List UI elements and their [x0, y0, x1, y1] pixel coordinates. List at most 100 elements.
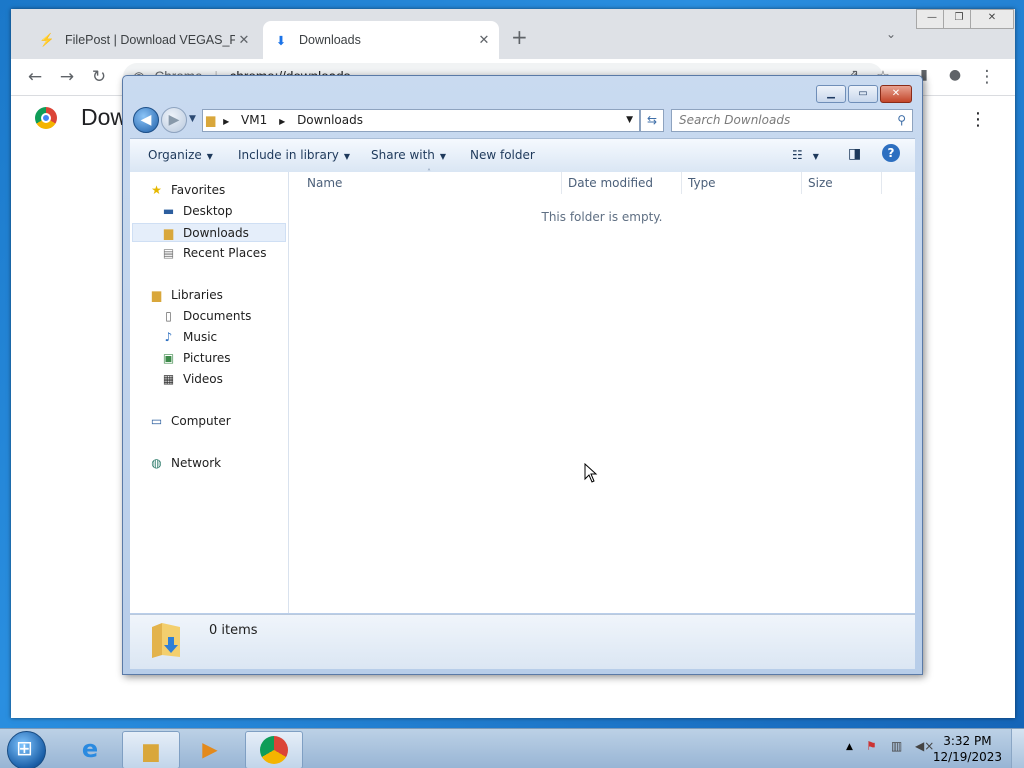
maximize-button[interactable]: ▭ — [848, 85, 878, 103]
nav-pictures[interactable]: ▣ Pictures — [160, 351, 231, 365]
desktop-icon: ▬ — [162, 204, 175, 218]
details-view-icon: ☷ — [792, 148, 803, 162]
nav-favorites[interactable]: ★ Favorites — [148, 183, 225, 197]
nav-libraries[interactable]: ▆ Libraries — [148, 288, 223, 302]
column-label: Size — [808, 176, 833, 190]
breadcrumb-vm1[interactable]: VM1 — [241, 113, 267, 127]
explorer-window: ▁ ▭ ✕ ◀ ▶ ▼ ▆ ▶ VM1 ▶ Downloads ▼ ⇆ Sear… — [122, 75, 923, 675]
nav-label: Pictures — [183, 351, 231, 365]
sort-indicator-icon: ˄ — [427, 168, 431, 177]
close-tab-icon[interactable]: ✕ — [235, 32, 253, 48]
show-hidden-icons-button[interactable]: ▲ — [846, 742, 853, 752]
column-label: Name — [307, 176, 343, 190]
profile-icon[interactable]: ● — [945, 67, 965, 83]
star-icon: ★ — [151, 183, 162, 197]
breadcrumb-separator-icon: ▶ — [223, 117, 230, 126]
search-placeholder: Search Downloads — [679, 113, 791, 127]
action-center-icon[interactable]: ⚑ — [866, 739, 877, 753]
tab-search-chevron-icon[interactable]: ⌄ — [886, 27, 896, 41]
folder-icon: ▆ — [143, 738, 159, 762]
forward-button[interactable]: ▶ — [161, 107, 187, 133]
menu-icon[interactable]: ⋮ — [977, 67, 997, 87]
nav-recent-places[interactable]: ▤ Recent Places — [160, 246, 267, 260]
explorer-taskbar-button[interactable]: ▆ — [122, 731, 180, 768]
include-in-library-button[interactable]: Include in library ▼ — [238, 148, 350, 162]
refresh-icon[interactable]: ⇆ — [640, 109, 664, 132]
chevron-down-icon: ▼ — [439, 152, 447, 161]
nav-label: Desktop — [183, 204, 233, 218]
back-button[interactable]: ◀ — [133, 107, 159, 133]
nav-label: Music — [183, 330, 218, 344]
internet-explorer-taskbar-button[interactable]: e — [62, 731, 118, 767]
file-list[interactable]: Name ˄ Date modified Type Size This fold… — [289, 168, 915, 613]
lightning-icon: ⚡ — [39, 32, 55, 47]
change-view-button[interactable]: ☷ ▼ — [792, 148, 819, 162]
search-input[interactable]: Search Downloads ⚲ — [671, 109, 913, 132]
clock-date: 12/19/2023 — [932, 750, 1002, 764]
page-title: Dow — [81, 104, 128, 130]
internet-explorer-icon: e — [81, 735, 99, 763]
breadcrumb-separator-icon: ▶ — [279, 117, 286, 126]
column-header-size[interactable]: Size — [802, 172, 882, 194]
close-tab-icon[interactable]: ✕ — [475, 32, 493, 48]
chrome-close-button[interactable]: ✕ — [970, 9, 1014, 29]
address-dropdown-icon[interactable]: ▼ — [626, 110, 633, 131]
show-desktop-button[interactable] — [1011, 729, 1024, 768]
folder-icon: ▆ — [206, 113, 216, 127]
column-header-date-modified[interactable]: Date modified — [562, 172, 682, 194]
new-folder-label: New folder — [470, 148, 535, 162]
chrome-taskbar-button[interactable] — [245, 731, 303, 768]
nav-videos[interactable]: ▦ Videos — [160, 372, 223, 386]
preview-pane-icon[interactable]: ◨ — [848, 146, 861, 162]
breadcrumb-downloads[interactable]: Downloads — [297, 113, 363, 127]
tab-title: FilePost | Download VEGAS_Pro_1 — [65, 33, 235, 47]
volume-muted-icon[interactable]: ◀× — [915, 739, 934, 753]
nav-label: Computer — [171, 414, 231, 428]
column-header-type[interactable]: Type — [682, 172, 802, 194]
media-player-icon: ▶ — [202, 737, 218, 761]
nav-downloads[interactable]: ▆ Downloads — [132, 223, 286, 242]
network-icon: ◍ — [151, 456, 162, 470]
address-bar[interactable]: ▆ ▶ VM1 ▶ Downloads ▼ — [202, 109, 640, 132]
system-clock[interactable]: 3:32 PM 12/19/2023 — [933, 733, 1002, 765]
share-with-button[interactable]: Share with ▼ — [371, 148, 446, 162]
nav-label: Favorites — [171, 183, 226, 197]
minimize-button[interactable]: ▁ — [816, 85, 846, 103]
reload-icon[interactable]: ↻ — [89, 67, 109, 87]
recent-pages-chevron-icon[interactable]: ▼ — [189, 114, 196, 124]
nav-documents[interactable]: ▯ Documents — [160, 309, 251, 323]
libraries-icon: ▆ — [151, 288, 162, 302]
tab-filepost[interactable]: ⚡ FilePost | Download VEGAS_Pro_1 ✕ — [29, 21, 259, 59]
close-button[interactable]: ✕ — [880, 85, 912, 103]
command-bar: Organize ▼ Include in library ▼ Share with… — [130, 138, 915, 173]
new-folder-button[interactable]: New folder — [470, 148, 535, 162]
include-in-library-label: Include in library — [238, 148, 339, 162]
page-menu-icon[interactable]: ⋮ — [969, 109, 987, 130]
mouse-cursor-icon — [584, 463, 598, 483]
share-with-label: Share with — [371, 148, 435, 162]
nav-computer[interactable]: ▭ Computer — [148, 414, 231, 428]
details-pane: 0 items — [130, 614, 915, 669]
column-header-name[interactable]: Name — [289, 172, 562, 194]
chevron-down-icon: ▼ — [343, 152, 351, 161]
tab-downloads[interactable]: ⬇ Downloads ✕ — [263, 21, 499, 59]
nav-label: Libraries — [171, 288, 223, 302]
nav-label: Network — [171, 456, 222, 470]
pictures-icon: ▣ — [162, 351, 175, 365]
taskbar: e ▆ ▶ ▲ ⚑ ▥ ◀× 3:32 PM 12/19/2023 — [0, 728, 1024, 768]
nav-label: Documents — [183, 309, 252, 323]
nav-music[interactable]: ♪ Music — [160, 330, 218, 344]
nav-desktop[interactable]: ▬ Desktop — [160, 204, 233, 218]
start-button[interactable] — [7, 731, 46, 768]
new-tab-button[interactable]: + — [511, 25, 528, 49]
network-status-icon[interactable]: ▥ — [891, 739, 902, 753]
organize-button[interactable]: Organize ▼ — [148, 148, 213, 162]
chevron-down-icon: ▼ — [812, 152, 819, 161]
column-label: Date modified — [568, 176, 654, 190]
search-icon[interactable]: ⚲ — [897, 110, 906, 131]
back-arrow-icon[interactable]: ← — [25, 67, 45, 87]
media-player-taskbar-button[interactable]: ▶ — [182, 731, 238, 767]
nav-network[interactable]: ◍ Network — [148, 456, 221, 470]
forward-arrow-icon[interactable]: → — [57, 67, 77, 87]
help-icon[interactable]: ? — [882, 144, 900, 162]
